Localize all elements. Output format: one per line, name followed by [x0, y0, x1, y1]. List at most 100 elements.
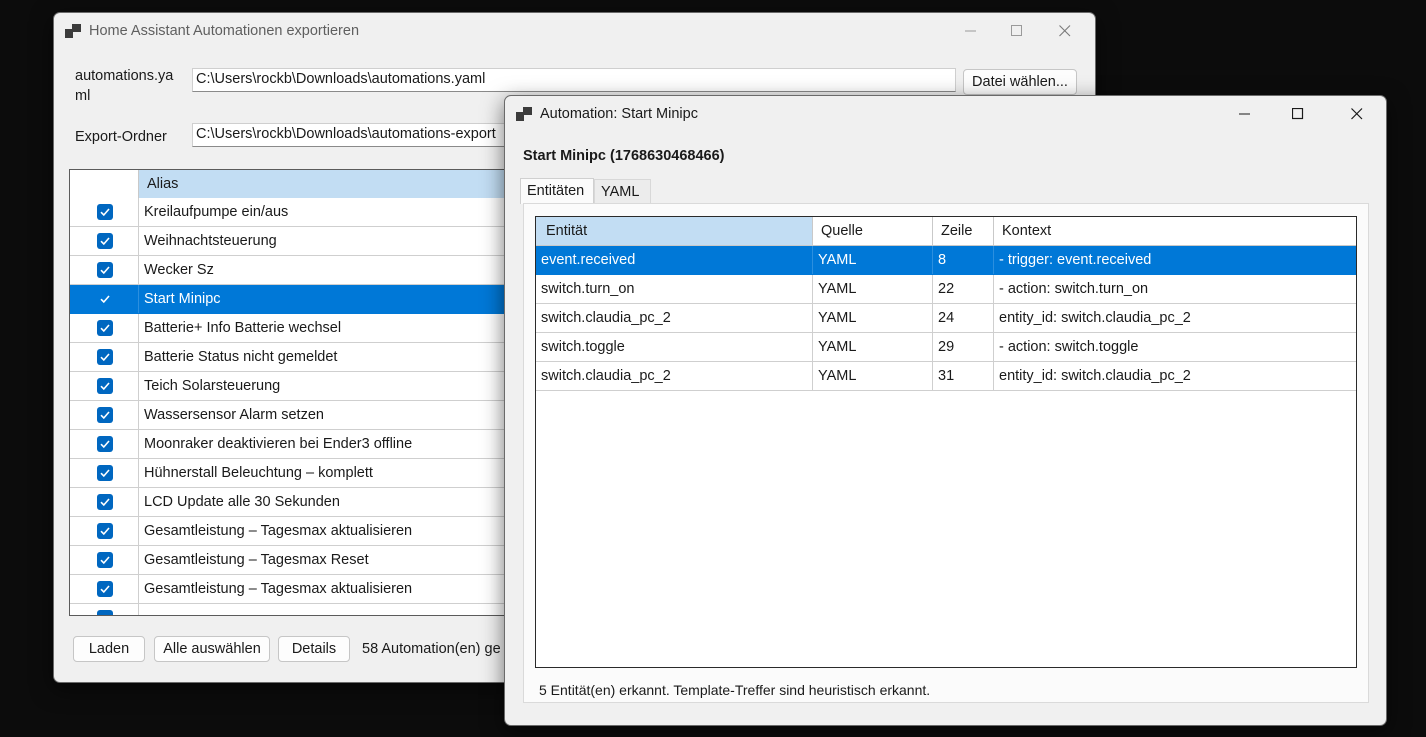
- close-icon: [1059, 25, 1071, 37]
- cell-source: YAML: [813, 362, 933, 390]
- row-alias: Gesamtleistung – Tagesmax Reset: [144, 552, 369, 568]
- row-checkbox-cell: [70, 546, 139, 574]
- minimize-button[interactable]: [1222, 96, 1268, 132]
- close-icon: [1351, 108, 1363, 120]
- table-row[interactable]: switch.toggle YAML 29 - action: switch.togg…: [536, 333, 1356, 362]
- automation-grid[interactable]: Alias Kreilaufpumpe ein/aus Weihnachtsteu…: [69, 169, 529, 616]
- entity-table-header: Entität Quelle Zeile Kontext: [536, 217, 1356, 246]
- table-row[interactable]: Gesamtleistung – Tagesmax aktualisieren: [70, 517, 528, 546]
- row-checkbox[interactable]: [97, 581, 113, 597]
- cell-source: YAML: [813, 246, 933, 274]
- cell-entity: switch.claudia_pc_2: [536, 362, 813, 390]
- tab-entitaeten[interactable]: Entitäten: [520, 178, 594, 204]
- table-row[interactable]: Hühnerstall Beleuchtung – komplett: [70, 459, 528, 488]
- row-checkbox[interactable]: [97, 494, 113, 510]
- table-row[interactable]: Batterie+ Info Batterie wechsel: [70, 314, 528, 343]
- cell-source: YAML: [813, 333, 933, 361]
- table-row[interactable]: Gesamtleistung – Tagesmax aktualisieren: [70, 575, 528, 604]
- table-row[interactable]: event.received YAML 8 - trigger: event.rece…: [536, 246, 1356, 275]
- cell-line: 24: [933, 304, 994, 332]
- cell-entity: event.received: [536, 246, 813, 274]
- export-path-input[interactable]: C:\Users\rockb\Downloads\automations-exp…: [192, 123, 522, 147]
- column-header-entity[interactable]: Entität: [536, 217, 813, 245]
- select-all-button[interactable]: Alle auswählen: [154, 636, 270, 662]
- load-button[interactable]: Laden: [73, 636, 145, 662]
- table-row[interactable]: Weihnachtsteuerung: [70, 227, 528, 256]
- grid-header-checkbox-column[interactable]: [70, 170, 139, 198]
- row-checkbox[interactable]: [97, 320, 113, 336]
- minimize-button[interactable]: [948, 13, 994, 49]
- row-checkbox-cell: [70, 459, 139, 487]
- row-checkbox-cell: [70, 575, 139, 603]
- table-row[interactable]: Gesamtleistung – Tagesmax Reset: [70, 546, 528, 575]
- row-checkbox[interactable]: [97, 204, 113, 220]
- row-checkbox[interactable]: [97, 378, 113, 394]
- table-row-partial[interactable]: [70, 604, 528, 615]
- checkmark-icon: [100, 295, 110, 304]
- row-alias: Start Minipc: [144, 291, 221, 307]
- app-icon: [516, 107, 532, 121]
- row-checkbox[interactable]: [97, 233, 113, 249]
- row-checkbox-cell: [70, 401, 139, 429]
- tab-yaml[interactable]: YAML: [594, 179, 651, 205]
- checkmark-icon: [100, 353, 110, 362]
- table-row[interactable]: Moonraker deaktivieren bei Ender3 offlin…: [70, 430, 528, 459]
- table-row[interactable]: Wecker Sz: [70, 256, 528, 285]
- checkmark-icon: [100, 440, 110, 449]
- table-row[interactable]: Wassersensor Alarm setzen: [70, 401, 528, 430]
- row-alias: Gesamtleistung – Tagesmax aktualisieren: [144, 581, 413, 597]
- maximize-button[interactable]: [994, 13, 1040, 49]
- yaml-label: automations.yaml: [75, 68, 174, 104]
- entity-table[interactable]: Entität Quelle Zeile Kontext event.recei…: [535, 216, 1357, 668]
- maximize-button[interactable]: [1275, 96, 1321, 132]
- choose-file-button[interactable]: Datei wählen...: [963, 69, 1077, 95]
- details-button[interactable]: Details: [278, 636, 350, 662]
- table-row[interactable]: LCD Update alle 30 Sekunden: [70, 488, 528, 517]
- table-row[interactable]: Teich Solarsteuerung: [70, 372, 528, 401]
- table-row[interactable]: Batterie Status nicht gemeldet: [70, 343, 528, 372]
- cell-context: entity_id: switch.claudia_pc_2: [999, 310, 1191, 326]
- row-checkbox[interactable]: [97, 436, 113, 452]
- close-button[interactable]: [1042, 13, 1088, 49]
- row-checkbox-cell: [70, 198, 139, 226]
- detail-window: Automation: Start Minipc Start Minipc (1…: [504, 95, 1387, 726]
- row-alias: Batterie Status nicht gemeldet: [144, 349, 338, 365]
- cell-source: YAML: [813, 304, 933, 332]
- table-row[interactable]: switch.turn_on YAML 22 - action: switch.tur…: [536, 275, 1356, 304]
- row-checkbox[interactable]: [97, 291, 113, 307]
- detail-status-text: 5 Entität(en) erkannt. Template-Treffer …: [539, 682, 931, 698]
- detail-titlebar[interactable]: Automation: Start Minipc: [505, 96, 1386, 132]
- close-button[interactable]: [1334, 96, 1380, 132]
- grid-header-alias[interactable]: Alias: [139, 170, 528, 198]
- row-alias: Wassersensor Alarm setzen: [144, 407, 324, 423]
- row-checkbox[interactable]: [97, 465, 113, 481]
- row-checkbox[interactable]: [97, 262, 113, 278]
- column-header-context[interactable]: Kontext: [994, 217, 1356, 245]
- main-titlebar[interactable]: Home Assistant Automationen exportieren: [54, 13, 1095, 49]
- cell-context: entity_id: switch.claudia_pc_2: [999, 368, 1191, 384]
- row-checkbox-cell: [70, 430, 139, 458]
- row-checkbox[interactable]: [97, 552, 113, 568]
- table-row[interactable]: Kreilaufpumpe ein/aus: [70, 198, 528, 227]
- cell-context: - action: switch.toggle: [999, 339, 1139, 355]
- maximize-icon: [1011, 25, 1022, 36]
- table-row[interactable]: switch.claudia_pc_2 YAML 24 entity_id: swit…: [536, 304, 1356, 333]
- table-row[interactable]: switch.claudia_pc_2 YAML 31 entity_id: swit…: [536, 362, 1356, 391]
- cell-entity: switch.toggle: [536, 333, 813, 361]
- row-checkbox[interactable]: [97, 610, 113, 615]
- checkmark-icon: [100, 469, 110, 478]
- row-checkbox-cell: [70, 314, 139, 342]
- column-header-line[interactable]: Zeile: [933, 217, 994, 245]
- cell-line: 31: [933, 362, 994, 390]
- row-checkbox-cell: [70, 372, 139, 400]
- cell-source: YAML: [813, 275, 933, 303]
- export-folder-label: Export-Ordner: [75, 129, 167, 145]
- checkmark-icon: [100, 382, 110, 391]
- checkmark-icon: [100, 237, 110, 246]
- table-row[interactable]: Start Minipc: [70, 285, 528, 314]
- row-checkbox[interactable]: [97, 349, 113, 365]
- yaml-path-input[interactable]: C:\Users\rockb\Downloads\automations.yam…: [192, 68, 956, 92]
- row-checkbox[interactable]: [97, 407, 113, 423]
- row-checkbox[interactable]: [97, 523, 113, 539]
- column-header-source[interactable]: Quelle: [813, 217, 933, 245]
